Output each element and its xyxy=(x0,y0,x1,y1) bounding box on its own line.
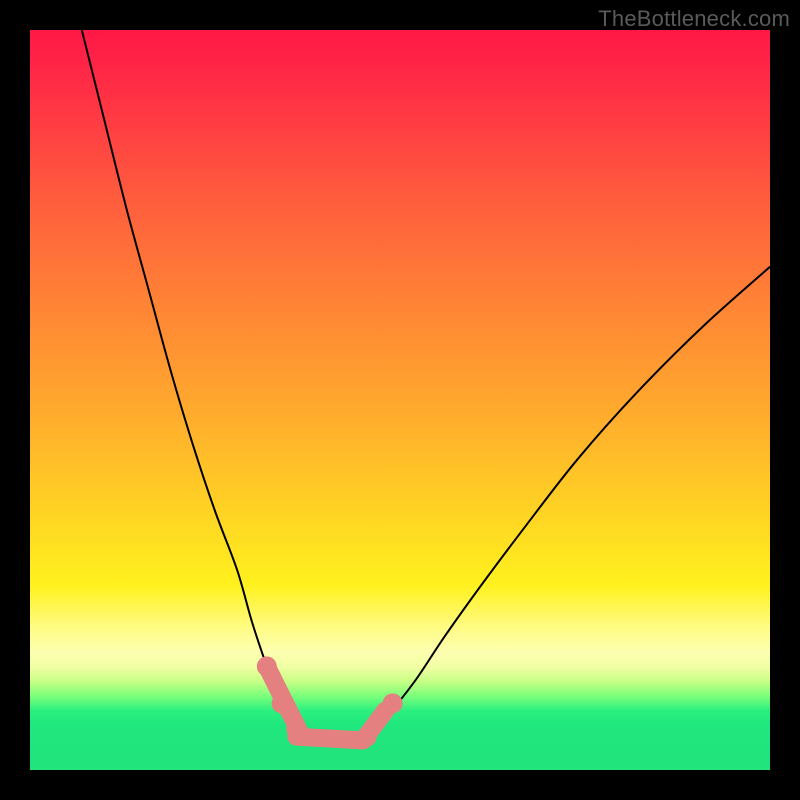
pink-thick-floor xyxy=(296,737,363,741)
pink-dot-3 xyxy=(286,719,306,739)
watermark-text: TheBottleneck.com xyxy=(598,6,790,32)
chart-frame: TheBottleneck.com xyxy=(0,0,800,800)
chart-plot-area xyxy=(30,30,770,770)
pink-dot-1 xyxy=(257,656,277,676)
pink-dot-5 xyxy=(383,693,403,713)
pink-dot-2 xyxy=(272,693,292,713)
chart-svg xyxy=(30,30,770,770)
right-curve xyxy=(363,267,770,741)
left-curve xyxy=(82,30,311,740)
curve-group xyxy=(82,30,770,744)
marker-group xyxy=(257,656,403,746)
pink-dot-4 xyxy=(357,727,377,747)
